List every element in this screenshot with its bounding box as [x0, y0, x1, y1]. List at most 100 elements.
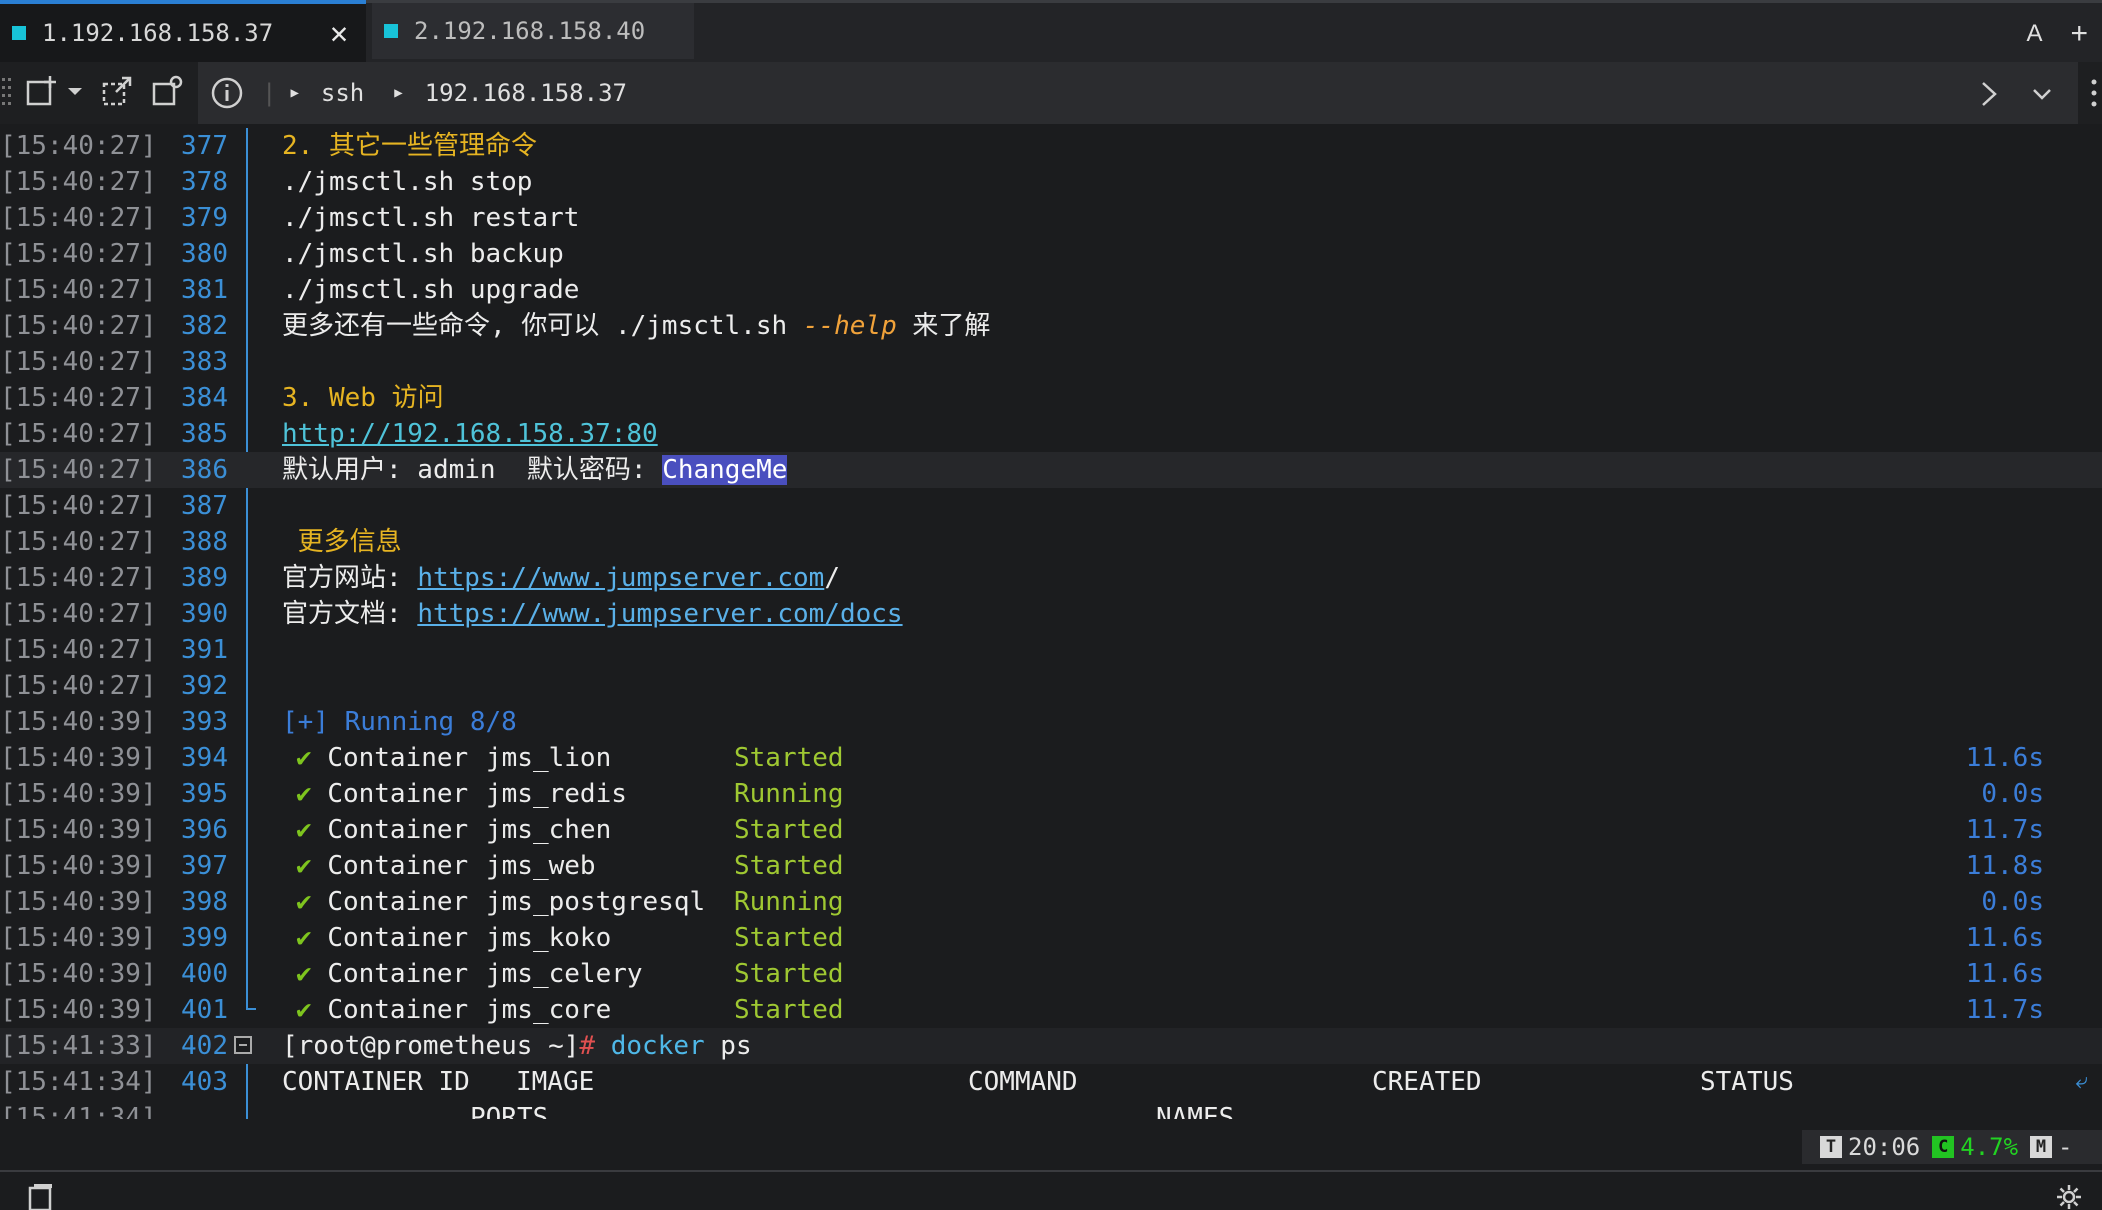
container-name: jms_postgresql — [486, 887, 706, 917]
terminal-line: [15:41:34] PORTS NAMES — [0, 1100, 2102, 1119]
container-state: Running — [734, 779, 844, 809]
tab-session-2[interactable]: 2.192.168.158.40 — [372, 3, 694, 59]
line-text: ./jmsctl.sh upgrade — [282, 272, 579, 308]
line-timestamp: [15:40:27] — [0, 671, 157, 701]
line-timestamp: [15:40:27] — [0, 599, 157, 629]
selected-text: ChangeMe — [662, 455, 788, 485]
check-icon: ✔ — [296, 995, 312, 1025]
detach-window-icon[interactable] — [100, 74, 136, 110]
collapse-icon[interactable] — [234, 1036, 252, 1054]
text-segment: / — [824, 563, 840, 593]
terminal-line: [15:40:27] 390 官方文档: https://www.jumpserve… — [0, 596, 2102, 632]
terminal-output[interactable]: [15:40:27] 377 2. 其它一些管理命令 [15:40:27] 378 ./j… — [0, 124, 2102, 1119]
line-text: http://192.168.158.37:80 — [282, 416, 658, 452]
line-text: 更多还有一些命令, 你可以 ./jmsctl.sh --help 来了解 — [282, 308, 990, 344]
terminal-line: [15:40:39] 401 11.7s ✔ Container jms_core Sta… — [0, 992, 2102, 1028]
tab-session-1[interactable]: 1.192.168.158.37 ✕ — [0, 0, 366, 62]
more-options-icon[interactable] — [2090, 78, 2098, 108]
terminal-line: [15:40:27] 381 ./jmsctl.sh upgrade — [0, 272, 2102, 308]
line-text: 官方网站: https://www.jumpserver.com/ — [282, 560, 840, 596]
line-text: ./jmsctl.sh restart — [282, 200, 579, 236]
separator: | — [262, 79, 277, 107]
line-timestamp: [15:40:39] — [0, 887, 157, 917]
line-number: 394 — [181, 743, 228, 773]
line-text: ✔ Container jms_celery Started — [282, 956, 844, 992]
cpu-badge-icon: C — [1932, 1136, 1955, 1158]
memory-badge-icon: M — [2030, 1136, 2053, 1158]
line-text: ./jmsctl.sh stop — [282, 164, 532, 200]
line-number: 384 — [181, 383, 228, 413]
tab-actions: A + — [2026, 3, 2088, 65]
line-timestamp: [15:40:27] — [0, 491, 157, 521]
new-session-icon[interactable] — [24, 74, 60, 110]
line-timestamp: [15:40:27] — [0, 383, 157, 413]
line-timestamp: [15:40:27] — [0, 311, 157, 341]
container-name: jms_web — [486, 851, 596, 881]
font-size-button[interactable]: A — [2026, 20, 2042, 48]
line-timestamp: [15:40:27] — [0, 563, 157, 593]
close-icon[interactable]: ✕ — [330, 16, 348, 51]
breadcrumb-arrow-icon: ▶ — [290, 85, 299, 101]
line-timestamp: [15:41:33] — [0, 1031, 157, 1061]
container-duration: 11.8s — [1965, 851, 2044, 881]
drag-handle-icon[interactable] — [0, 74, 14, 110]
text-segment: 官方网站: — [282, 563, 418, 593]
terminal-line: [15:40:27] 382 更多还有一些命令, 你可以 ./jmsctl.sh -… — [0, 308, 2102, 344]
split-window-icon[interactable] — [150, 74, 186, 110]
sidebar-toggle-icon[interactable] — [26, 1182, 56, 1210]
url-link[interactable]: https://www.jumpserver.com — [417, 563, 824, 593]
breadcrumb-protocol[interactable]: ssh — [321, 79, 364, 107]
container-label: Container — [327, 995, 469, 1025]
line-timestamp: [15:40:39] — [0, 851, 157, 881]
terminal-line: [15:40:27] 391 — [0, 632, 2102, 668]
address-bar[interactable]: | ▶ ssh ▶ 192.168.158.37 — [198, 62, 2078, 124]
line-timestamp: [15:40:27] — [0, 167, 157, 197]
column-header: NAMES — [1156, 1103, 1235, 1119]
line-timestamp: [15:40:39] — [0, 959, 157, 989]
terminal-line: [15:40:39] 399 11.6s ✔ Container jms_koko Sta… — [0, 920, 2102, 956]
line-number: 389 — [181, 563, 228, 593]
chevron-down-icon[interactable] — [2030, 84, 2054, 104]
line-timestamp: [15:40:39] — [0, 779, 157, 809]
chevron-right-icon[interactable] — [1978, 80, 2000, 108]
check-icon: ✔ — [296, 851, 312, 881]
line-text: 3. Web 访问 — [282, 380, 444, 416]
line-timestamp: [15:40:27] — [0, 131, 157, 161]
line-number: 390 — [181, 599, 228, 629]
line-text: [+] Running 8/8 — [282, 704, 517, 740]
line-number: 388 — [181, 527, 228, 557]
command-text: docker — [595, 1031, 705, 1061]
breadcrumb-arrow-icon: ▶ — [394, 85, 403, 101]
session-icon — [384, 24, 398, 38]
line-number: 401 — [181, 995, 228, 1025]
chevron-down-icon[interactable] — [64, 74, 86, 110]
line-timestamp: [15:41:34] — [0, 1067, 157, 1097]
line-text: ✔ Container jms_web Started — [282, 848, 844, 884]
cpu-text: 4.7% — [1960, 1133, 2019, 1161]
info-icon[interactable] — [210, 76, 244, 110]
url-link[interactable]: https://www.jumpserver.com/docs — [417, 599, 902, 629]
terminal-line: [15:40:27] 383 — [0, 344, 2102, 380]
memory-text: - — [2058, 1133, 2073, 1161]
url-link[interactable]: http://192.168.158.37:80 — [282, 419, 658, 449]
line-timestamp: [15:40:39] — [0, 743, 157, 773]
container-name: jms_redis — [486, 779, 627, 809]
container-label: Container — [327, 743, 469, 773]
settings-gear-icon[interactable] — [2056, 1184, 2082, 1210]
check-icon: ✔ — [296, 815, 312, 845]
terminal-line: [15:40:39] 395 0.0s ✔ Container jms_redis Run… — [0, 776, 2102, 812]
check-icon: ✔ — [296, 959, 312, 989]
column-header: IMAGE — [516, 1067, 595, 1097]
column-header: PORTS — [470, 1103, 549, 1119]
prompt-text: [root@prometheus ~] — [282, 1031, 580, 1061]
line-text: ✔ Container jms_redis Running — [282, 776, 844, 812]
line-timestamp: [15:40:27] — [0, 275, 157, 305]
container-label: Container — [327, 959, 469, 989]
terminal-line: [15:40:27] 384 3. Web 访问 — [0, 380, 2102, 416]
new-tab-button[interactable]: + — [2070, 17, 2088, 51]
line-number: 392 — [181, 671, 228, 701]
line-number: 380 — [181, 239, 228, 269]
container-name: jms_koko — [486, 923, 612, 953]
container-duration: 11.6s — [1965, 959, 2044, 989]
breadcrumb-host[interactable]: 192.168.158.37 — [425, 79, 627, 107]
